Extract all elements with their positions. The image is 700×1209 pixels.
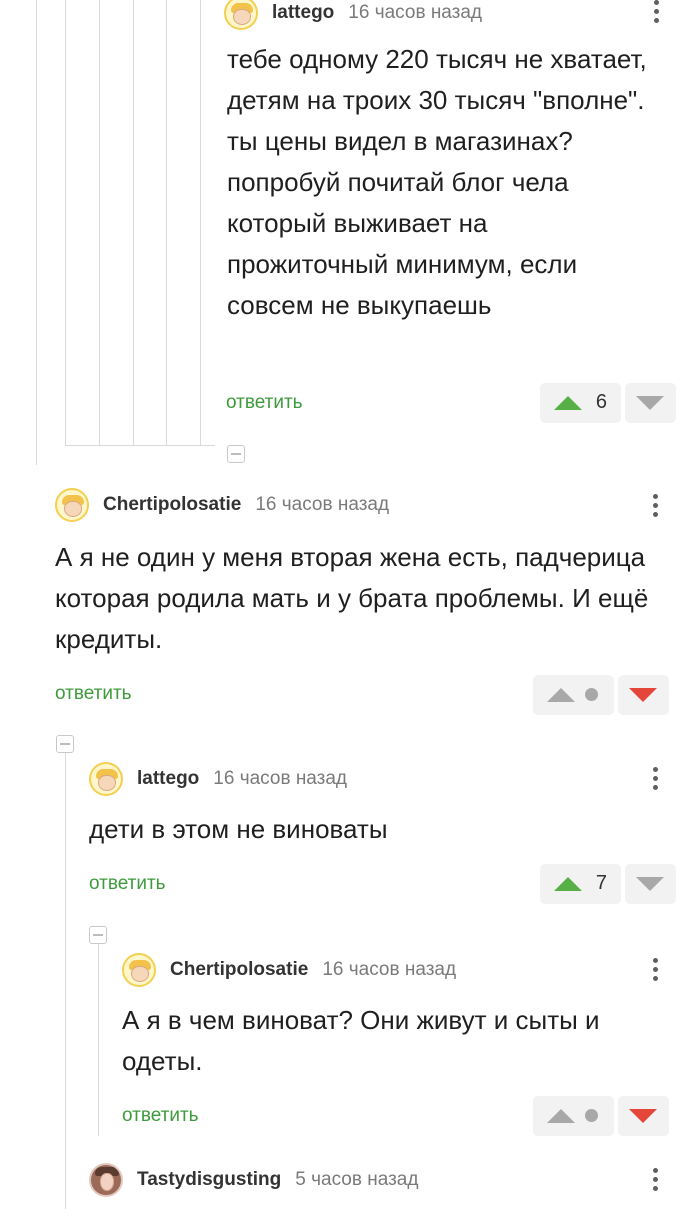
upvote-icon [554, 877, 582, 891]
username[interactable]: Chertipolosatie [103, 494, 241, 516]
more-menu-icon[interactable] [646, 0, 666, 28]
comment-text: дети в этом не виноваты [89, 814, 388, 844]
username[interactable]: Tastydisgusting [137, 1169, 281, 1191]
upvote-button[interactable]: 6 [540, 383, 621, 423]
comment: Tastydisgusting 5 часов назад [89, 1163, 695, 1203]
upvote-button[interactable]: 7 [540, 864, 621, 904]
downvote-icon [636, 396, 664, 410]
downvote-icon [629, 688, 657, 702]
upvote-icon [554, 396, 582, 410]
timestamp: 16 часов назад [322, 959, 457, 980]
avatar-icon[interactable] [89, 762, 123, 796]
upvote-button[interactable] [533, 1096, 614, 1136]
timestamp: 16 часов назад [348, 2, 483, 23]
downvote-button[interactable] [625, 864, 676, 904]
comment-text: А я не один у меня вторая жена есть, пад… [55, 542, 649, 654]
thread-line [65, 445, 215, 446]
downvote-icon [636, 877, 664, 891]
more-menu-icon[interactable] [645, 490, 665, 522]
timestamp: 16 часов назад [255, 494, 390, 515]
comment-text: А я в чем виноват? Они живут и сыты и од… [122, 1005, 600, 1076]
avatar-icon[interactable] [55, 488, 89, 522]
username[interactable]: lattego [137, 768, 199, 790]
rating-hidden-dot [585, 1109, 598, 1122]
reply-button[interactable]: ответить [226, 392, 303, 414]
vote-widget [533, 1096, 669, 1136]
reply-button[interactable]: ответить [89, 873, 166, 895]
thread-line [98, 936, 99, 1136]
upvote-icon [547, 688, 575, 702]
avatar-icon[interactable] [89, 1163, 123, 1197]
thread-line [99, 0, 100, 445]
downvote-button[interactable] [618, 675, 669, 715]
collapse-icon[interactable] [56, 735, 74, 753]
thread-line [65, 744, 66, 1209]
comment-header: lattego 16 часов назад [89, 762, 347, 796]
thread-line [200, 0, 201, 445]
thread-line [166, 0, 167, 445]
more-menu-icon[interactable] [645, 954, 665, 986]
comment: lattego 16 часов назад тебе одному 220 т… [224, 0, 694, 436]
vote-widget: 6 [540, 383, 676, 423]
avatar-icon[interactable] [122, 953, 156, 987]
username[interactable]: Chertipolosatie [170, 959, 308, 981]
comment-text: тебе одному 220 тысяч не хватает, детям … [227, 44, 647, 320]
timestamp: 5 часов назад [295, 1169, 419, 1190]
more-menu-icon[interactable] [645, 763, 665, 795]
rating-hidden-dot [585, 688, 598, 701]
upvote-button[interactable] [533, 675, 614, 715]
username[interactable]: lattego [272, 2, 334, 24]
collapse-icon[interactable] [89, 926, 107, 944]
thread-line [133, 0, 134, 445]
upvote-icon [547, 1109, 575, 1123]
comment: lattego 16 часов назад дети в этом не ви… [89, 762, 695, 912]
reply-button[interactable]: ответить [55, 683, 132, 705]
avatar-icon[interactable] [224, 0, 258, 30]
comment-header: Chertipolosatie 16 часов назад [55, 488, 389, 522]
comment-header: Tastydisgusting 5 часов назад [89, 1163, 418, 1197]
comment-header: Chertipolosatie 16 часов назад [122, 953, 456, 987]
rating-count: 6 [595, 391, 607, 413]
more-menu-icon[interactable] [645, 1164, 665, 1196]
thread-line [36, 0, 37, 465]
vote-widget [533, 675, 669, 715]
thread-line [65, 0, 66, 445]
comment: Chertipolosatie 16 часов назад А я в чем… [122, 953, 695, 1143]
comment-header: lattego 16 часов назад [224, 0, 482, 30]
reply-button[interactable]: ответить [122, 1105, 199, 1127]
downvote-icon [629, 1109, 657, 1123]
timestamp: 16 часов назад [213, 768, 348, 789]
comment: Chertipolosatie 16 часов назад А я не од… [55, 488, 695, 718]
collapse-icon[interactable] [227, 445, 245, 463]
rating-count: 7 [595, 872, 607, 894]
downvote-button[interactable] [618, 1096, 669, 1136]
vote-widget: 7 [540, 864, 676, 904]
downvote-button[interactable] [625, 383, 676, 423]
